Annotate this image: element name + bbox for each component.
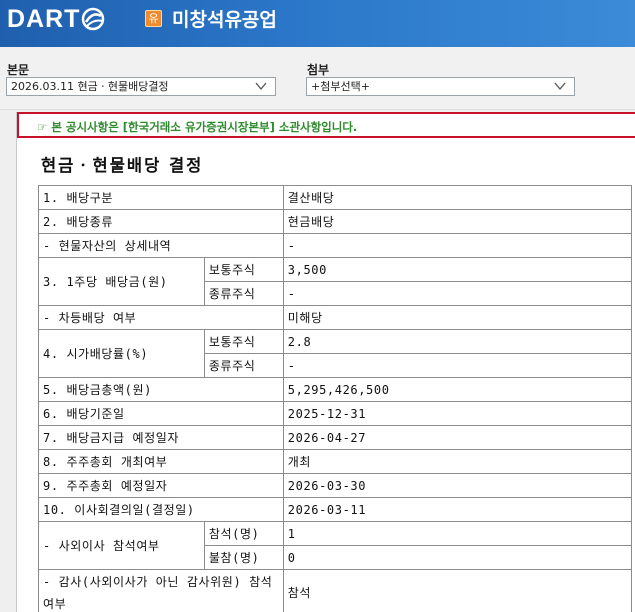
table-row: 8. 주주총회 개최여부 개최 [38,449,633,474]
row-label: 2. 배당종류 [38,209,284,234]
row-value: 1 [282,521,633,546]
attach-label: 첨부 [307,63,330,77]
logo-text: DART [7,4,81,33]
row-label: 10. 이사회결의일(결정일) [38,497,284,522]
table-row: - 감사(사외이사가 아닌 감사위원) 참석여부 참석 [38,569,633,612]
row-sublabel: 종류주식 [203,353,284,378]
row-label: - 감사(사외이사가 아닌 감사위원) 참석여부 [38,569,284,612]
company-heading: 유 미창석유공업 [145,5,277,32]
table-row: - 현물자산의 상세내역 - [38,233,633,258]
row-label: 7. 배당금지급 예정일자 [38,425,284,450]
body-label: 본문 [7,63,30,77]
row-sublabel: 보통주식 [203,257,284,282]
row-sublabel: 종류주식 [203,281,284,306]
document-page: ☞ 본 공시사항은 [한국거래소 유가증권시장본부] 소관사항입니다. 현금ㆍ현… [16,112,635,612]
document-title: 현금ㆍ현물배당 결정 [41,156,204,175]
table-row: 4. 시가배당률(%) 보통주식 2.8 [38,329,633,378]
row-label: - 차등배당 여부 [38,305,284,330]
row-value: 0 [282,545,633,570]
row-value: - [282,233,633,258]
row-value: 결산배당 [282,185,633,210]
table-row: 3. 1주당 배당금(원) 보통주식 3,500 [38,257,633,306]
company-name: 미창석유공업 [172,9,277,31]
row-value: 현금배당 [282,209,633,234]
row-label: - 현물자산의 상세내역 [38,233,284,258]
table-row: 1. 배당구분 결산배당 [38,185,633,210]
row-label: 9. 주주총회 예정일자 [38,473,284,498]
jurisdiction-notice: ☞ 본 공시사항은 [한국거래소 유가증권시장본부] 소관사항입니다. [17,112,635,138]
body-select-value: 2026.03.11 현금ㆍ현물배당결정 [11,80,169,93]
row-value: 3,500 [282,257,633,282]
notice-text: ☞ 본 공시사항은 [한국거래소 유가증권시장본부] 소관사항입니다. [37,120,358,134]
table-row: 9. 주주총회 예정일자 2026-03-30 [38,473,633,498]
table-row: 5. 배당금총액(원) 5,295,426,500 [38,377,633,402]
row-value: 2026-04-27 [282,425,633,450]
row-value: 5,295,426,500 [282,377,633,402]
row-value: - [282,281,633,306]
row-value: 2026-03-30 [282,473,633,498]
row-sublabel: 보통주식 [203,329,284,354]
row-label: 5. 배당금총액(원) [38,377,284,402]
chevron-down-icon [255,82,267,91]
app-header: DART 유 미창석유공업 [0,0,635,47]
market-badge: 유 [145,10,162,27]
dart-logo[interactable]: DART [7,4,105,34]
table-row: - 사외이사 참석여부 참석(명) 1 [38,521,633,570]
row-sublabel: 불참(명) [203,545,284,570]
row-value: 2026-03-11 [282,497,633,522]
attach-select[interactable]: +첨부선택+ [306,77,575,96]
row-label: 3. 1주당 배당금(원) [38,257,205,306]
row-label: 4. 시가배당률(%) [38,329,205,378]
attach-select-value: +첨부선택+ [311,80,370,93]
table-row: 7. 배당금지급 예정일자 2026-04-27 [38,425,633,450]
table-row: - 차등배당 여부 미해당 [38,305,633,330]
body-select[interactable]: 2026.03.11 현금ㆍ현물배당결정 [6,77,276,96]
table-row: 2. 배당종류 현금배당 [38,209,633,234]
row-label: 1. 배당구분 [38,185,284,210]
row-value: 미해당 [282,305,633,330]
disclosure-table: 1. 배당구분 결산배당 2. 배당종류 현금배당 - 현물자산의 상세내역 -… [38,185,633,612]
table-row: 10. 이사회결의일(결정일) 2026-03-11 [38,497,633,522]
chevron-down-icon [554,82,566,91]
table-row: 6. 배당기준일 2025-12-31 [38,401,633,426]
document-selector-bar: 본문 2026.03.11 현금ㆍ현물배당결정 첨부 +첨부선택+ [0,47,635,110]
row-value: 2.8 [282,329,633,354]
document-viewport[interactable]: ☞ 본 공시사항은 [한국거래소 유가증권시장본부] 소관사항입니다. 현금ㆍ현… [0,110,635,612]
row-label: 6. 배당기준일 [38,401,284,426]
row-value: 개최 [282,449,633,474]
row-value: - [282,353,633,378]
row-label: - 사외이사 참석여부 [38,521,205,570]
row-value: 2025-12-31 [282,401,633,426]
row-value: 참석 [282,569,633,612]
logo-swirl-icon [82,7,105,31]
row-label: 8. 주주총회 개최여부 [38,449,284,474]
row-sublabel: 참석(명) [203,521,284,546]
